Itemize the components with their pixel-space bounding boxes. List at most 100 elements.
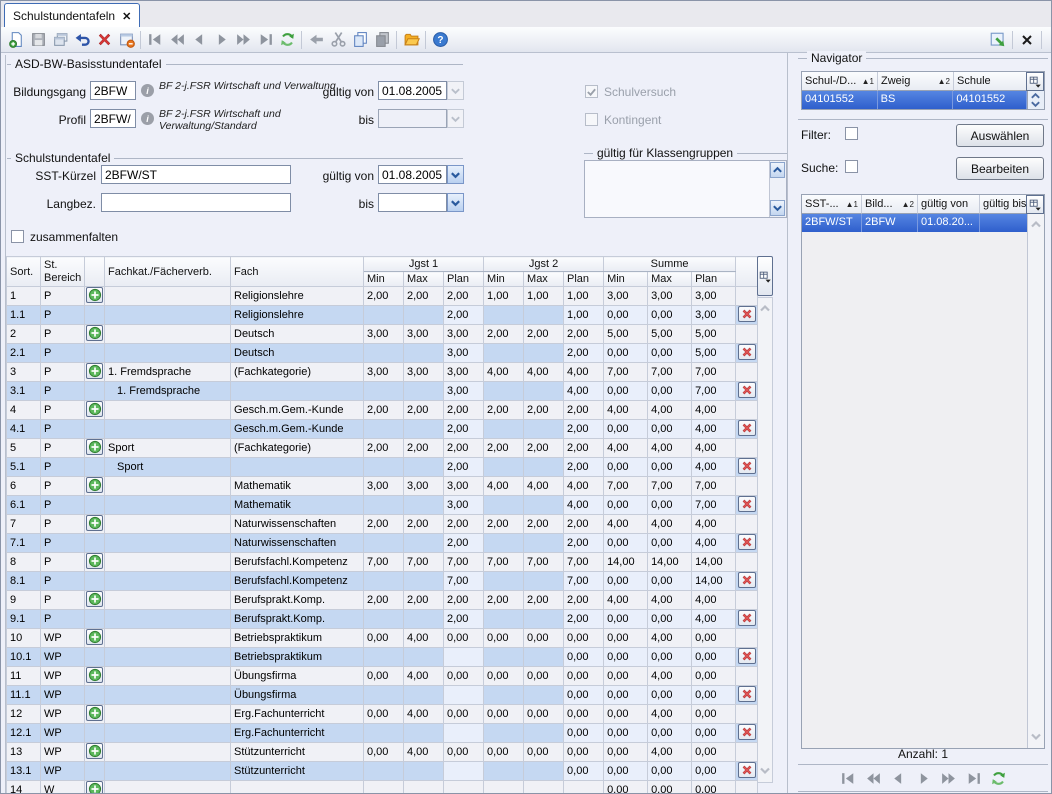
cell-fach[interactable] — [231, 382, 364, 401]
cell-value[interactable]: 4,00 — [648, 515, 692, 534]
cell-value[interactable]: 0,00 — [604, 382, 648, 401]
cell-value[interactable]: 0,00 — [604, 458, 648, 477]
refresh-icon[interactable] — [987, 767, 1009, 789]
cell-value[interactable]: 0,00 — [444, 629, 484, 648]
cell-value[interactable] — [484, 724, 524, 743]
cell-fachkat[interactable] — [105, 667, 231, 686]
cell-value[interactable]: 0,00 — [648, 724, 692, 743]
cell-schul[interactable]: 04101552 — [802, 91, 878, 109]
cell-fach[interactable]: Gesch.m.Gem.-Kunde — [231, 420, 364, 439]
sst-bis-dropdown[interactable] — [447, 193, 464, 212]
cell-value[interactable] — [524, 686, 564, 705]
cell-fachkat[interactable] — [105, 325, 231, 344]
cell-value[interactable] — [364, 724, 404, 743]
undo-icon[interactable] — [71, 29, 93, 51]
cell-value[interactable] — [524, 572, 564, 591]
cell-fach[interactable]: Religionslehre — [231, 306, 364, 325]
cell-fachkat[interactable] — [105, 287, 231, 306]
cell-value[interactable] — [484, 572, 524, 591]
cell-value[interactable]: 0,00 — [604, 629, 648, 648]
bearbeiten-button[interactable]: Bearbeiten — [956, 157, 1044, 180]
row-spinner[interactable] — [1027, 91, 1044, 109]
cell-value[interactable]: 0,00 — [648, 344, 692, 363]
cell-value[interactable]: 1,00 — [484, 287, 524, 306]
cell-value[interactable]: 3,00 — [692, 306, 736, 325]
nav-last-icon[interactable] — [254, 29, 276, 51]
cell-value[interactable]: 2,00 — [564, 458, 604, 477]
klassengruppen-listbox[interactable] — [584, 160, 787, 218]
delete-row-button[interactable] — [738, 382, 756, 398]
cell-value[interactable] — [364, 382, 404, 401]
cell-value[interactable] — [404, 610, 444, 629]
scroll-down-icon[interactable] — [759, 762, 771, 780]
add-subrow-button[interactable] — [86, 439, 103, 455]
cell-sst[interactable]: 2BFW/ST — [802, 214, 862, 232]
tab-close-icon[interactable]: ✕ — [122, 10, 131, 23]
cell-value[interactable]: 4,00 — [692, 610, 736, 629]
cell-fachkat[interactable] — [105, 515, 231, 534]
cell-value[interactable]: 0,00 — [692, 686, 736, 705]
add-subrow-button[interactable] — [86, 477, 103, 493]
cell-value[interactable]: 0,00 — [604, 572, 648, 591]
cell-value[interactable]: 7,00 — [648, 363, 692, 382]
cell-value[interactable]: 4,00 — [564, 477, 604, 496]
cell-value[interactable]: 2,00 — [444, 306, 484, 325]
cell-value[interactable]: 0,00 — [604, 534, 648, 553]
cell-value[interactable]: 7,00 — [604, 363, 648, 382]
sst-col-sst[interactable]: SST-...▲1 — [802, 195, 862, 214]
cell-value[interactable]: 0,00 — [604, 686, 648, 705]
cell-fach[interactable]: Naturwissenschaften — [231, 515, 364, 534]
cell-value[interactable]: 2,00 — [444, 534, 484, 553]
cell-value[interactable] — [404, 572, 444, 591]
cell-value[interactable]: 7,00 — [692, 382, 736, 401]
scroll-down-icon[interactable] — [770, 200, 785, 216]
add-subrow-button[interactable] — [86, 325, 103, 341]
sst-col-bildungsgang[interactable]: Bild...▲2 — [862, 195, 918, 214]
cell-value[interactable]: 0,00 — [604, 762, 648, 781]
sst-col-gueltig-bis[interactable]: gültig bis — [980, 195, 1026, 214]
cell-value[interactable] — [484, 762, 524, 781]
delete-row-button[interactable] — [738, 648, 756, 664]
sst-bis-input[interactable] — [378, 193, 447, 212]
cell-value[interactable]: 0,00 — [364, 629, 404, 648]
sst-gueltig-von-input[interactable] — [378, 165, 447, 184]
cell-value[interactable]: 4,00 — [484, 363, 524, 382]
cell-fachkat[interactable] — [105, 477, 231, 496]
cell-fachkat[interactable]: 1. Fremdsprache — [105, 363, 231, 382]
cell-value[interactable] — [484, 306, 524, 325]
cell-value[interactable] — [364, 344, 404, 363]
nav-forward-icon[interactable] — [210, 29, 232, 51]
cell-value[interactable] — [484, 648, 524, 667]
cell-value[interactable]: 2,00 — [404, 515, 444, 534]
cell-fachkat[interactable] — [105, 306, 231, 325]
cell-value[interactable] — [364, 648, 404, 667]
cell-value[interactable]: 0,00 — [444, 667, 484, 686]
cell-value[interactable]: 0,00 — [648, 572, 692, 591]
cell-value[interactable]: 3,00 — [404, 477, 444, 496]
cell-value[interactable] — [364, 534, 404, 553]
cell-value[interactable]: 4,00 — [404, 743, 444, 762]
cell-fachkat[interactable] — [105, 781, 231, 794]
add-subrow-button[interactable] — [86, 401, 103, 417]
cell-value[interactable] — [524, 724, 564, 743]
cell-value[interactable] — [484, 781, 524, 794]
cell-value[interactable]: 2,00 — [524, 515, 564, 534]
cell-value[interactable] — [484, 610, 524, 629]
cell-value[interactable]: 4,00 — [524, 363, 564, 382]
cell-value[interactable]: 3,00 — [444, 344, 484, 363]
detach-window-icon[interactable] — [987, 29, 1009, 51]
cell-value[interactable]: 4,00 — [692, 458, 736, 477]
cell-fach[interactable]: (Fachkategorie) — [231, 439, 364, 458]
cell-value[interactable]: 14,00 — [692, 553, 736, 572]
cell-fach[interactable] — [231, 458, 364, 477]
cell-value[interactable]: 0,00 — [524, 629, 564, 648]
cell-value[interactable]: 2,00 — [404, 401, 444, 420]
cell-fach[interactable]: Mathematik — [231, 477, 364, 496]
cell-value[interactable]: 0,00 — [648, 496, 692, 515]
cell-value[interactable]: 0,00 — [604, 420, 648, 439]
cell-fachkat[interactable] — [105, 401, 231, 420]
cell-value[interactable] — [404, 420, 444, 439]
cell-value[interactable]: 2,00 — [484, 439, 524, 458]
cell-value[interactable]: 0,00 — [484, 743, 524, 762]
cell-value[interactable]: 4,00 — [692, 401, 736, 420]
